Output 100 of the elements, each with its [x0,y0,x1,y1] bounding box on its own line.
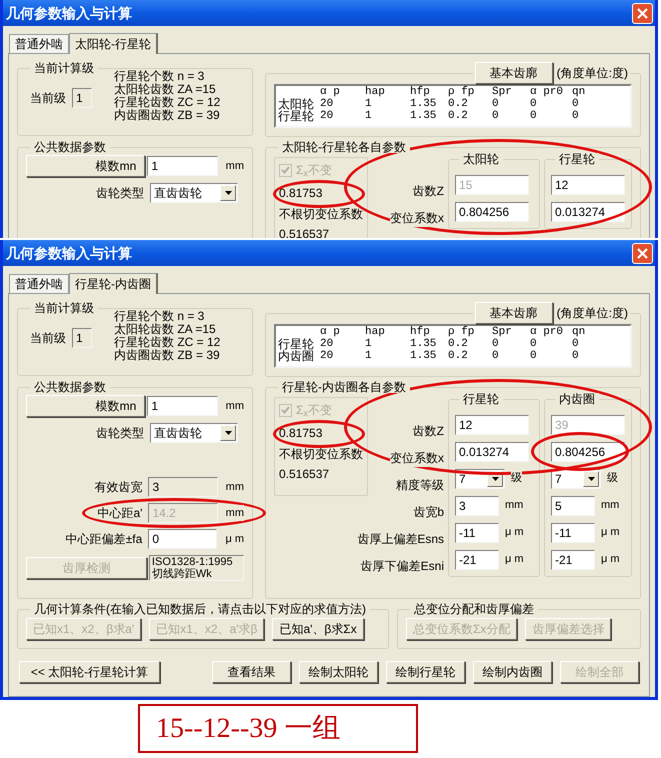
table-cell-text: 1 [365,98,373,110]
table-cell-text: 0 [530,350,538,362]
table-cell-text: 0 [572,98,580,110]
table-cell-text: 1.35 [410,110,438,122]
field-label: 变位系数x [390,448,444,466]
info-text: 内齿圈齿数 ZB = 39 [114,349,220,362]
table-cell-text: 1 [365,110,373,122]
method-button[interactable]: 已知a'、β求Σx [272,618,364,640]
input-field[interactable]: 1 [147,396,218,416]
field-label: 齿轮类型 [95,425,145,442]
sum-value: 0.81753 [279,185,322,202]
input-field[interactable]: -11 [455,522,499,542]
close-icon [637,248,648,258]
input-field[interactable]: 12 [455,414,529,434]
row-header: 行星轮 [278,338,315,350]
dropdown[interactable]: 7 [551,468,601,488]
column-header: hfp [410,86,431,98]
table-cell-text: 0 [530,110,538,122]
note-text: 切线跨距Wk [152,568,213,580]
table-cell-text: 0 [572,110,580,122]
input-field[interactable]: 0.804256 [551,442,625,462]
close-button[interactable] [632,2,653,24]
row-header: 行星轮 [278,110,315,122]
column-header: α p [320,326,341,338]
footer-button[interactable]: 绘制行星轮 [386,661,465,683]
input-field[interactable]: -21 [551,550,595,570]
row-header: 太阳轮 [278,98,315,110]
input-field[interactable]: -21 [455,550,499,570]
tab[interactable]: 普通外啮 [9,34,69,53]
table-cell-text: 0.2 [448,338,469,350]
module-button[interactable]: 模数mn [26,395,146,417]
input-field[interactable]: 0.013274 [455,442,529,462]
column-header: hap [365,86,386,98]
column-header: hap [365,326,386,338]
table-cell-text: 0 [492,98,500,110]
unit-note: (角度单位:度) [556,65,628,82]
caret-icon [588,476,594,480]
table-cell-text: 1 [365,338,373,350]
field-label: 中心距a' [96,505,144,522]
table-cell-text: 0 [530,338,538,350]
field-label: 不根切变位系数 [279,206,363,223]
input-field[interactable]: -11 [551,522,595,542]
table-cell-text: 0 [492,350,500,362]
column-header: qn [572,86,586,98]
close-button[interactable] [632,242,653,264]
checkbox-label: Σ$_{x}$不变 [296,402,332,419]
table-cell-text: 1.35 [410,338,438,350]
dropdown[interactable]: 直齿齿轮 [150,183,238,203]
table-cell-text: 0 [492,110,500,122]
field-label: 齿宽b [413,502,444,520]
table-cell-text: 0.2 [448,350,469,362]
caret-icon [224,191,232,195]
column-header: ρ fp [448,86,476,98]
input-field[interactable]: 0.804256 [455,202,529,222]
table-cell-text: 0.2 [448,110,469,122]
field-label: 当前级 [30,330,66,347]
caret-icon [492,476,498,480]
dropdown[interactable]: 直齿齿轮 [150,423,238,443]
table-cell-text: 0 [492,338,500,350]
table-cell-text: 20 [320,98,334,110]
field-label: 齿轮类型 [95,185,145,202]
table-cell-text: 20 [320,338,334,350]
info-text: 行星轮齿数 ZC = 12 [114,96,220,109]
field-label: 不根切变位系数 [279,446,363,463]
close-icon [637,8,648,18]
footer-button[interactable]: 绘制内齿圈 [473,661,552,683]
info-text: 行星轮个数 n = 3 [114,310,206,323]
row-header: 内齿圈 [278,350,315,362]
footer-button[interactable]: 绘制太阳轮 [299,661,378,683]
profile-button[interactable]: 基本齿廓 [474,62,553,84]
footer-button[interactable]: << 太阳轮-行星轮计算 [19,661,160,683]
input-field[interactable]: 1 [72,88,92,108]
tab[interactable]: 普通外啮 [9,274,69,293]
tab[interactable]: 太阳轮-行星轮 [69,33,158,54]
table-cell-text: 20 [320,110,334,122]
info-text: 太阳轮齿数 ZA =15 [114,83,217,96]
profile-button[interactable]: 基本齿廓 [474,302,553,324]
window-title: 几何参数输入与计算 [6,244,132,262]
input-field[interactable]: 5 [551,496,595,516]
input-field[interactable]: 0.013274 [551,202,625,222]
input-field[interactable]: 0 [148,529,218,549]
column-header: α pr0 [530,86,564,98]
module-button[interactable]: 模数mn [26,155,146,177]
input-field[interactable]: 1 [147,156,218,176]
table-cell-text: 0.2 [448,98,469,110]
input-field[interactable]: 12 [551,174,625,194]
tab[interactable]: 行星轮-内齿圈 [69,273,158,294]
input-field[interactable]: 1 [72,328,92,348]
table-cell-text: 1.35 [410,350,438,362]
table-cell-text: 0 [572,350,580,362]
note-text: ISO1328-1:1995 [152,556,234,568]
column-header: Spr [492,326,513,338]
footer-button[interactable]: 查看结果 [212,661,291,683]
column-header: α pr0 [530,326,564,338]
column-header: qn [572,326,586,338]
column-header: ρ fp [448,326,476,338]
input-field[interactable]: 3 [148,477,218,497]
caret-icon [224,431,232,435]
input-field[interactable]: 3 [455,496,499,516]
table-cell-text: 1.35 [410,98,438,110]
